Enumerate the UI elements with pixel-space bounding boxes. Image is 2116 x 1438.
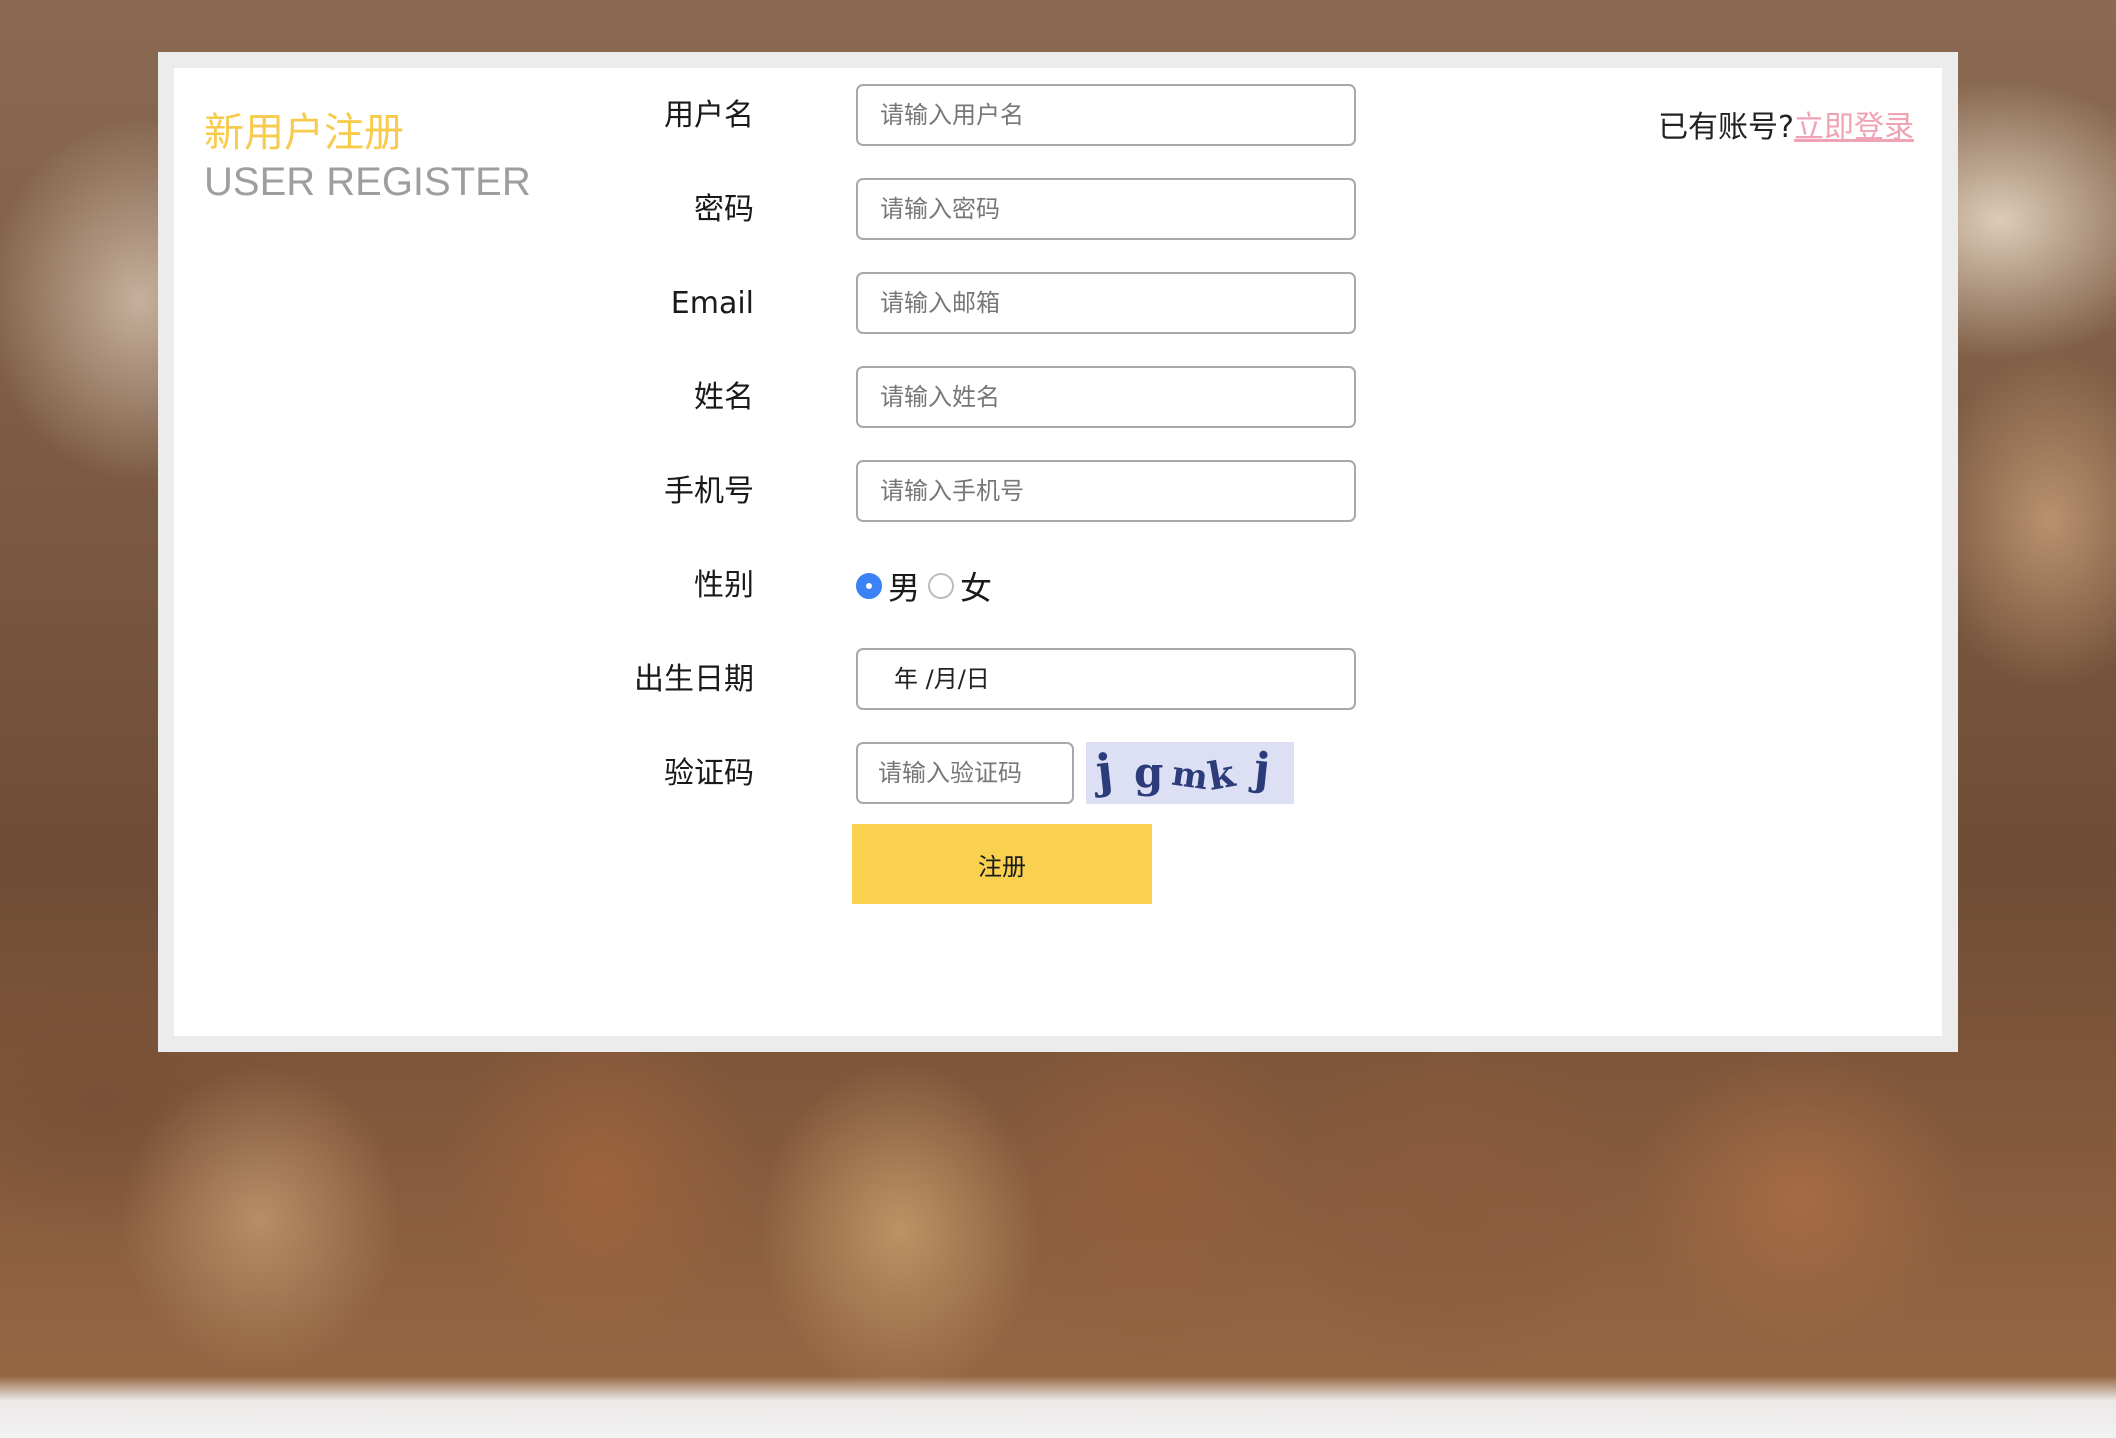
- captcha-image[interactable]: j g m k j: [1086, 742, 1294, 804]
- gender-male-radio[interactable]: [856, 573, 882, 599]
- phone-input[interactable]: [856, 460, 1356, 522]
- gender-radio-group: 男 女: [856, 554, 1000, 618]
- page-subtitle: USER REGISTER: [204, 160, 531, 204]
- page-title: 新用户注册: [204, 110, 404, 156]
- captcha-char: j: [1251, 743, 1273, 796]
- gender-female-label[interactable]: 女: [960, 563, 992, 609]
- birthdate-input[interactable]: 年 /月/日: [856, 648, 1356, 710]
- captcha-char: g: [1134, 748, 1164, 797]
- gender-label: 性别: [694, 568, 754, 603]
- birthdate-label: 出生日期: [634, 662, 754, 697]
- login-hint: 已有账号?立即登录: [1658, 102, 1914, 146]
- captcha-label: 验证码: [664, 756, 754, 791]
- password-label: 密码: [694, 192, 754, 227]
- email-label: Email: [670, 286, 754, 321]
- username-label: 用户名: [664, 98, 754, 133]
- gender-female-radio[interactable]: [928, 573, 955, 599]
- phone-label: 手机号: [664, 474, 754, 509]
- name-label: 姓名: [694, 380, 754, 415]
- username-input[interactable]: [856, 84, 1356, 146]
- captcha-char: k: [1204, 750, 1239, 799]
- password-input[interactable]: [856, 178, 1356, 240]
- login-link[interactable]: 立即登录: [1794, 110, 1914, 145]
- captcha-char: j: [1093, 743, 1116, 799]
- register-panel-frame: 新用户注册 USER REGISTER 已有账号?立即登录 用户名 密码 Ema…: [158, 52, 1958, 1052]
- email-input[interactable]: [856, 272, 1356, 334]
- register-panel: 新用户注册 USER REGISTER 已有账号?立即登录 用户名 密码 Ema…: [174, 68, 1942, 1036]
- login-prompt: 已有账号?: [1658, 110, 1794, 145]
- captcha-input[interactable]: [856, 742, 1074, 804]
- name-input[interactable]: [856, 366, 1356, 428]
- gender-male-label[interactable]: 男: [888, 563, 920, 609]
- bottom-bar: [0, 1376, 2116, 1438]
- page-background: 新用户注册 USER REGISTER 已有账号?立即登录 用户名 密码 Ema…: [0, 0, 2116, 1438]
- register-button[interactable]: 注册: [852, 824, 1152, 904]
